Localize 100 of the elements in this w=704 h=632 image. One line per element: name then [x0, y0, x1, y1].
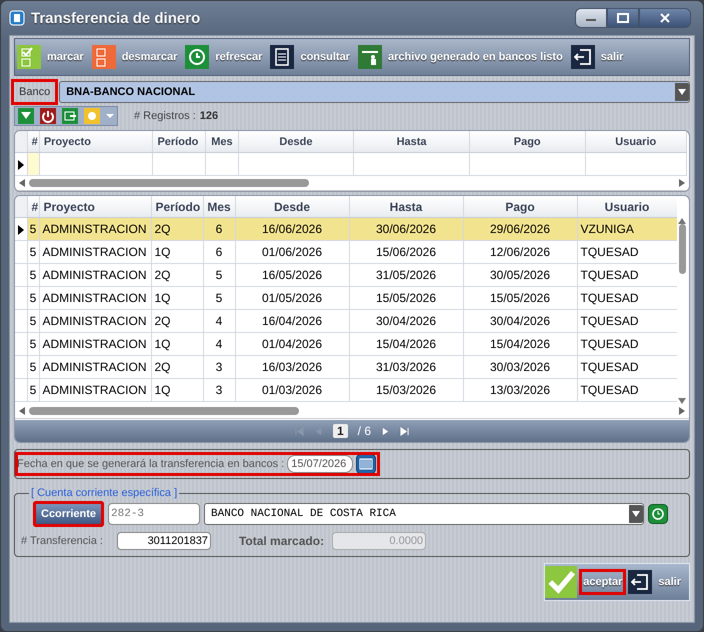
table-cell: 4	[216, 314, 222, 328]
table-row[interactable]: 5 ADMINISTRACION 1Q 5 01/05/2026 15/05/2026 15/05/2026 TQUESAD	[15, 286, 677, 310]
transfer-number-field[interactable]: 3011201837	[116, 532, 211, 550]
table-row[interactable]: 5 ADMINISTRACION 2Q 6 16/06/2026 30/06/2026 29/06/2026 VZUNIGA	[15, 218, 677, 240]
empty-list-icon[interactable]	[92, 45, 116, 69]
table-cell: 5	[30, 314, 36, 328]
column-header[interactable]: Desde	[279, 136, 312, 148]
maximize-button[interactable]	[607, 8, 639, 28]
table-cell: 2Q	[154, 222, 171, 236]
check-icon[interactable]	[545, 564, 578, 600]
table-cell: 4	[216, 337, 222, 351]
table-cell: 6	[216, 222, 222, 236]
notepad-icon[interactable]	[270, 45, 294, 69]
table-cell: ADMINISTRACION	[42, 383, 147, 397]
table-cell: VZUNIGA	[580, 222, 634, 236]
table-cell: 5	[30, 360, 36, 374]
table-cell: 12/06/2026	[490, 245, 550, 259]
total-field: 0.0000	[332, 532, 426, 550]
scroll-arrow-icon[interactable]	[679, 179, 685, 187]
horizontal-scrollbar[interactable]	[15, 404, 689, 419]
table-cell: 1Q	[154, 337, 171, 351]
table-cell: 31/03/2026	[376, 360, 436, 374]
caret-icon	[632, 510, 640, 518]
bank-label: Banco	[14, 82, 56, 102]
table-cell: TQUESAD	[580, 337, 639, 351]
table-cell: 15/04/2026	[376, 337, 436, 351]
table-cell: 3	[216, 383, 222, 397]
refresh-icon[interactable]	[648, 504, 668, 524]
table-cell: 2Q	[154, 360, 171, 374]
table-cell: TQUESAD	[580, 291, 639, 305]
table-cell: 2Q	[154, 268, 171, 282]
table-cell: TQUESAD	[580, 360, 639, 374]
minimize-button[interactable]	[575, 8, 607, 28]
table-cell: 15/03/2026	[376, 383, 436, 397]
table-cell: ADMINISTRACION	[42, 360, 147, 374]
table-cell: 30/04/2026	[490, 314, 550, 328]
table-row[interactable]: 5 ADMINISTRACION 2Q 3 16/03/2026 31/03/2026 30/03/2026 TQUESAD	[15, 356, 677, 378]
table-row[interactable]: 5 ADMINISTRACION 2Q 4 16/04/2026 30/04/2026 30/04/2026 TQUESAD	[15, 310, 677, 332]
total-label: Total marcado:	[238, 534, 324, 548]
close-button[interactable]	[639, 8, 691, 28]
table-cell: TQUESAD	[580, 268, 639, 282]
account-code-field[interactable]: 282-3	[108, 503, 200, 525]
table-cell: ADMINISTRACION	[42, 268, 147, 282]
table-cell: TQUESAD	[580, 383, 639, 397]
column-header[interactable]: Hasta	[396, 136, 427, 148]
scroll-arrow-icon[interactable]	[19, 407, 25, 415]
table-cell: 30/04/2026	[376, 314, 436, 328]
table-cell: 2Q	[154, 314, 171, 328]
table-cell: 01/03/2026	[262, 383, 322, 397]
account-button[interactable]: Ccorriente	[33, 501, 104, 527]
export-icon[interactable]	[62, 108, 78, 124]
horizontal-scrollbar[interactable]	[15, 176, 689, 191]
date-field[interactable]: 15/07/2026	[287, 455, 354, 473]
page-field[interactable]: 1	[332, 424, 348, 438]
table-cell: ADMINISTRACION	[42, 337, 147, 351]
refresh-icon[interactable]	[185, 45, 210, 69]
scroll-arrow-icon[interactable]	[678, 218, 686, 224]
table-cell: 31/05/2026	[376, 268, 436, 282]
filter-icon[interactable]	[18, 108, 34, 124]
table-cell: ADMINISTRACION	[42, 245, 147, 259]
table-cell: 5	[216, 268, 222, 282]
table-row[interactable]: 5 ADMINISTRACION 1Q 4 01/04/2026 15/04/2026 15/04/2026 TQUESAD	[15, 332, 677, 356]
table-cell: 5	[30, 222, 36, 236]
column-header[interactable]: Pago	[514, 136, 541, 148]
table-cell: ADMINISTRACION	[42, 222, 147, 236]
row-pointer-icon	[18, 224, 24, 235]
table-cell: 5	[216, 291, 222, 305]
next-page-icon[interactable]	[381, 426, 390, 436]
table-cell: 3	[216, 360, 222, 374]
bank-dropdown[interactable]: BNA-BANCO NACIONAL	[59, 81, 690, 103]
check-list-icon[interactable]	[17, 45, 41, 69]
scroll-arrow-icon[interactable]	[19, 179, 25, 187]
account-bank-dropdown[interactable]: BANCO NACIONAL DE COSTA RICA	[204, 503, 644, 525]
caret-icon	[678, 88, 686, 96]
table-cell: 01/06/2026	[262, 245, 322, 259]
table-row[interactable]: 5 ADMINISTRACION 2Q 5 16/05/2026 31/05/2026 30/05/2026 TQUESAD	[15, 264, 677, 286]
calendar-icon[interactable]	[356, 454, 376, 474]
table-row[interactable]: 5 ADMINISTRACION 1Q 6 01/06/2026 15/06/2026 12/06/2026 TQUESAD	[15, 240, 677, 264]
desk-figure-icon[interactable]	[358, 45, 382, 69]
table-cell: 15/05/2026	[490, 291, 550, 305]
column-header[interactable]: Hasta	[390, 200, 422, 214]
account-legend: [ Cuenta corriente específica ]	[29, 487, 180, 499]
column-header[interactable]: Pago	[505, 200, 535, 214]
table-row[interactable]: 5 ADMINISTRACION 1Q 3 01/03/2026 15/03/2026 13/03/2026 TQUESAD	[15, 378, 677, 402]
table-cell: 16/03/2026	[262, 360, 322, 374]
app-icon	[9, 10, 25, 26]
table-cell: 5	[30, 383, 36, 397]
table-cell: 30/03/2026	[490, 360, 550, 374]
table-cell: 1Q	[154, 245, 171, 259]
date-label: Fecha en que se generará la transferencia en bancos :	[17, 458, 284, 470]
power-icon[interactable]	[40, 108, 56, 124]
table-cell: ADMINISTRACION	[42, 314, 147, 328]
table-cell: 1Q	[154, 291, 171, 305]
table-cell: 5	[30, 337, 36, 351]
table-cell: TQUESAD	[580, 314, 639, 328]
table-cell: 5	[30, 268, 36, 282]
last-page-icon[interactable]	[400, 426, 410, 436]
close-icon	[659, 13, 671, 23]
exit-icon[interactable]	[570, 45, 595, 69]
table-cell: 13/03/2026	[490, 383, 550, 397]
